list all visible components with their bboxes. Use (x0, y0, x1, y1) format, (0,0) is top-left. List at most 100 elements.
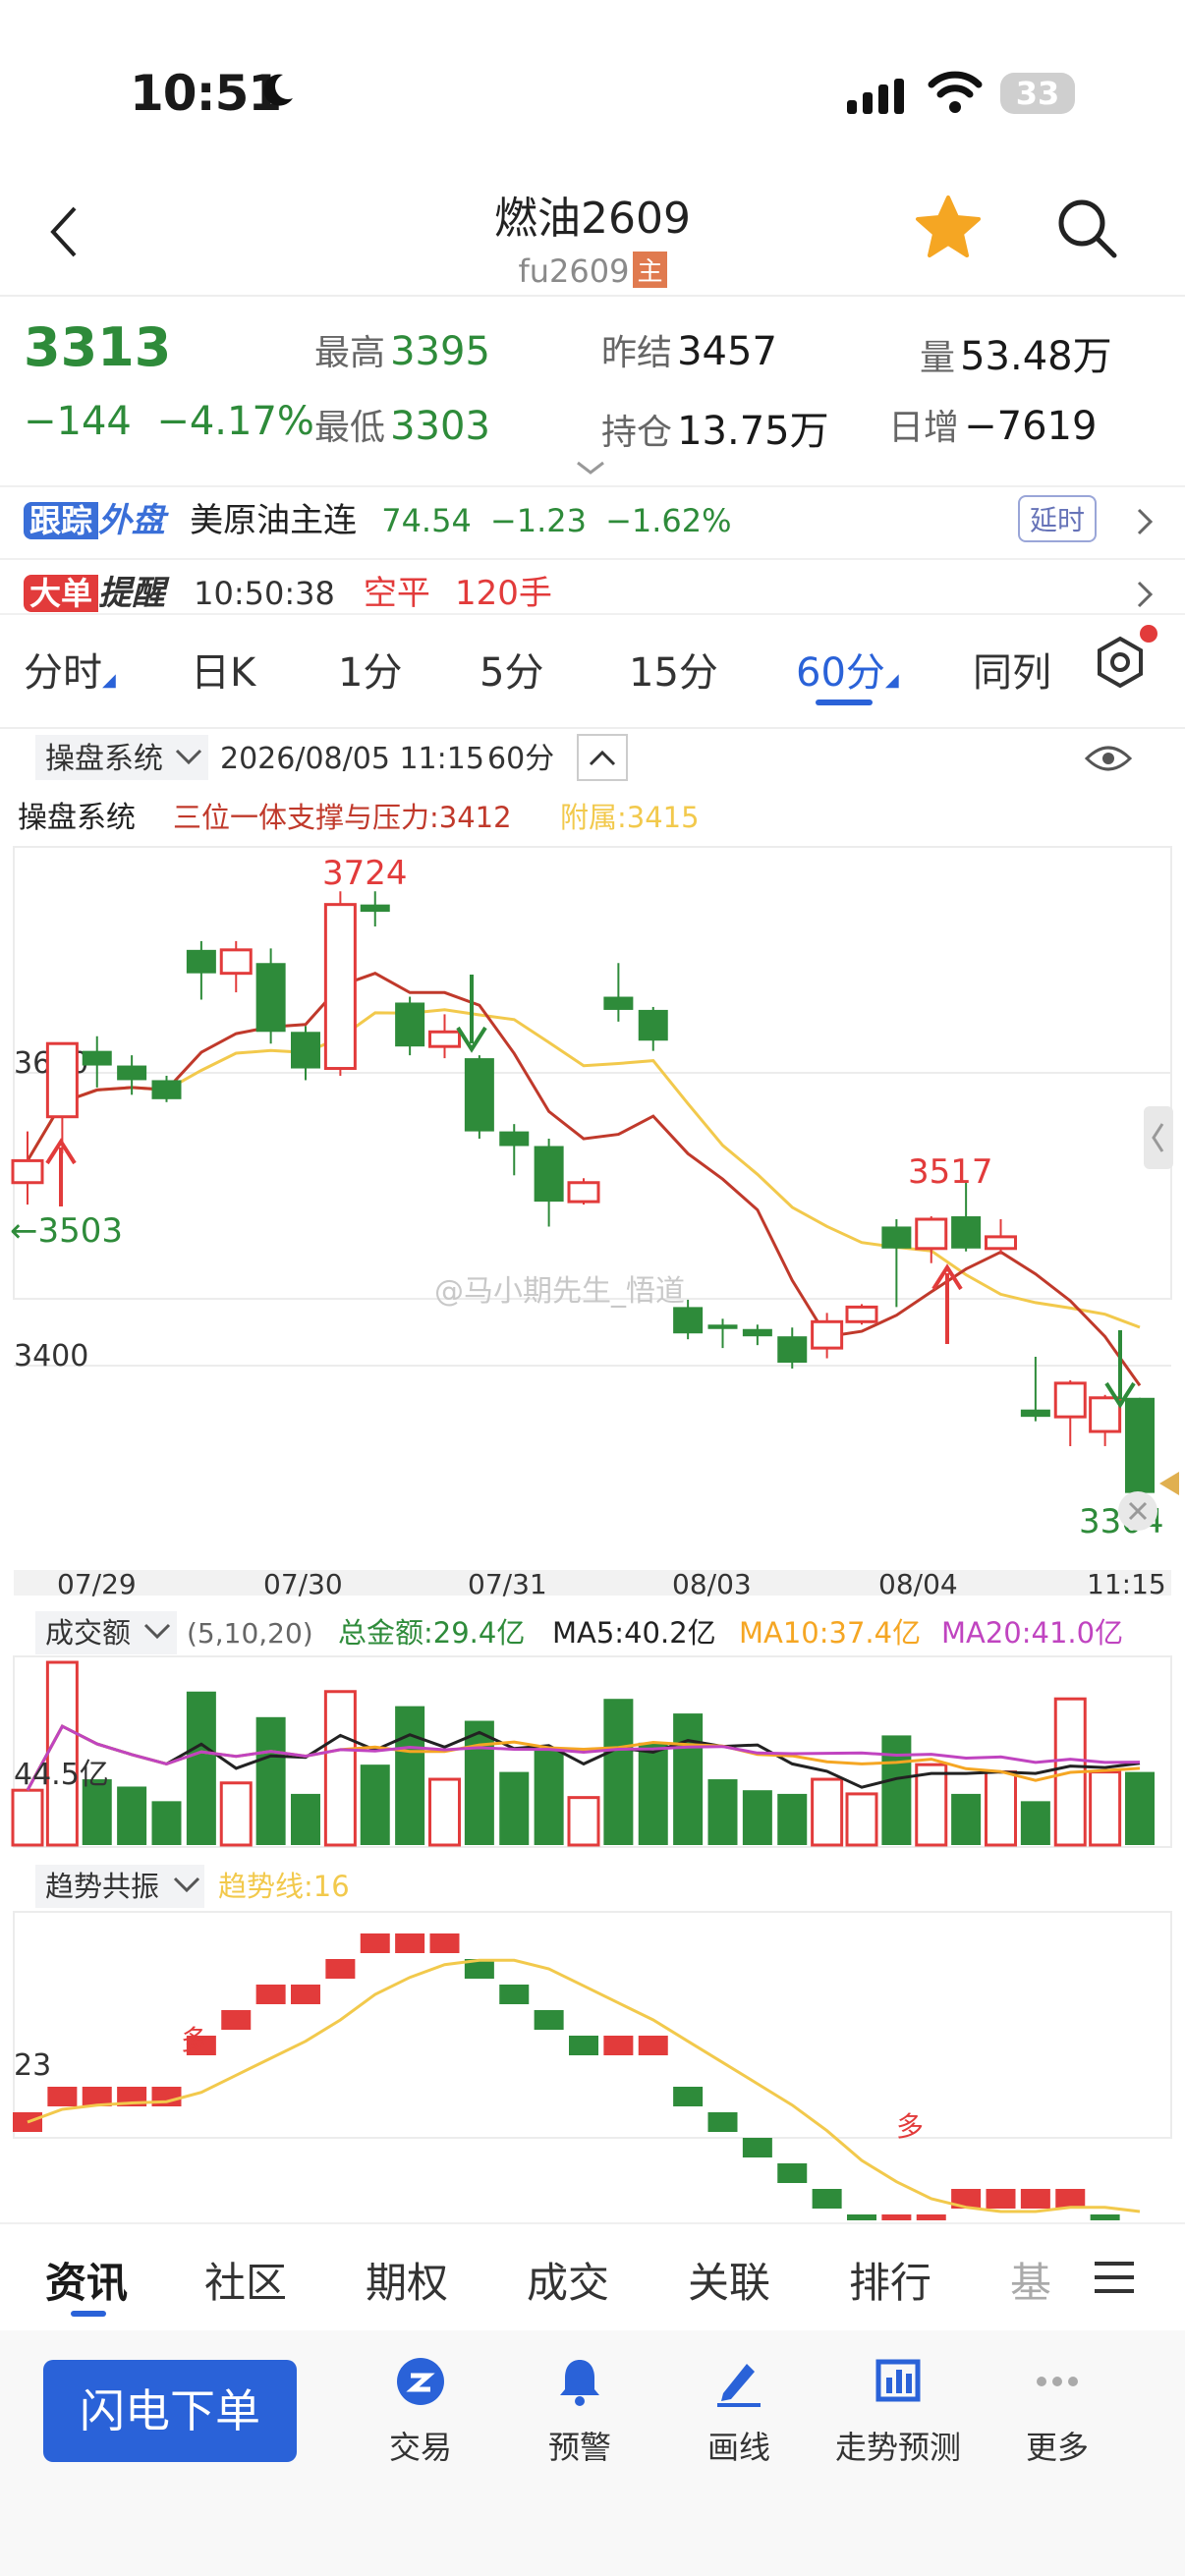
delay-badge: 延时 (1018, 495, 1098, 542)
tab-fundamentals[interactable]: 基 (1010, 2250, 1051, 2310)
volume-bar-down (951, 1793, 982, 1845)
last-price: 3313 (24, 316, 172, 378)
bottom-tabs-divider (0, 2222, 1185, 2224)
favorite-star-icon[interactable] (914, 195, 983, 259)
change-percent: −4.17% (156, 399, 314, 444)
nav-more[interactable]: 更多 (979, 2356, 1136, 2466)
volume-bar-up (1089, 1770, 1122, 1847)
nav-alert[interactable]: 预警 (501, 2356, 658, 2466)
trend-block-down (673, 2087, 704, 2106)
trend-block-down (742, 2138, 772, 2157)
low-stat: 最低 3303 (314, 399, 490, 450)
alert-badge: 大单 (24, 575, 99, 612)
main-contract-badge: 主 (633, 252, 667, 288)
candlestick-series (11, 891, 1155, 1507)
menu-icon[interactable] (1093, 2260, 1136, 2295)
x-tick: 08/03 (672, 1568, 752, 1600)
volume-bar-down (395, 1706, 425, 1845)
nav-draw[interactable]: 画线 (660, 2356, 818, 2466)
nav-draw-label: 画线 (706, 2429, 770, 2466)
trend-block-up (603, 2036, 634, 2055)
volume-bar-down (881, 1735, 912, 1845)
price-change: −144 −4.17% (24, 399, 314, 444)
tab-community[interactable]: 社区 (204, 2250, 287, 2310)
candle-body-down (742, 1328, 772, 1337)
trend-block-down (499, 1985, 530, 2004)
tab-timeshare[interactable]: 分时◢ (24, 641, 116, 698)
sell-arrow-icon (1104, 1330, 1136, 1409)
nav-forecast[interactable]: 走势预测 (819, 2356, 977, 2466)
eye-icon[interactable] (1084, 746, 1133, 771)
tracker-price: 74.54 (381, 502, 472, 539)
system-selector-label: 操盘系统 (45, 742, 163, 776)
candle-body-down (881, 1226, 912, 1249)
volume-bar-down (360, 1764, 390, 1845)
volume-bar-down (777, 1793, 808, 1845)
nav-trade[interactable]: 交易 (342, 2356, 499, 2466)
trend-block-down (812, 2189, 842, 2209)
big-order-alert-row[interactable]: 大单 提醒 10:50:38 空平 120手 (24, 570, 552, 617)
candle-body-down (707, 1324, 738, 1329)
volume-level-label: 44.5亿 (14, 1758, 109, 1792)
open-interest-stat: 持仓 13.75万 (601, 399, 829, 456)
trend-duo-label: 多 (181, 2024, 208, 2056)
volume-total: 总金额:29.4亿 (338, 1616, 525, 1650)
settings-hexagon-icon[interactable] (1093, 635, 1148, 690)
volume-selector-label: 成交额 (45, 1616, 131, 1650)
collapse-button[interactable] (577, 734, 628, 781)
expand-chevron-icon[interactable] (576, 460, 605, 476)
tab-peer-list[interactable]: 同列 (973, 641, 1051, 698)
draw-line-icon (717, 2364, 761, 2407)
open-interest-value: 13.75万 (677, 409, 829, 454)
signal-icon (847, 79, 904, 114)
volume-bar-up (567, 1796, 600, 1847)
tab-1min[interactable]: 1分 (338, 641, 402, 698)
tab-15min[interactable]: 15分 (629, 641, 718, 698)
tab-ranking[interactable]: 排行 (849, 2250, 931, 2310)
alert-divider (0, 613, 1185, 615)
tab-options[interactable]: 期权 (366, 2250, 448, 2310)
tracker-badge: 跟踪 (24, 502, 99, 539)
kline-chart[interactable]: 操盘系统 2026/08/05 11:15 60分 操盘系统 三位一体支撑与压力… (0, 727, 1185, 2220)
candle-body-down (186, 949, 216, 974)
candle-body-down (1020, 1409, 1050, 1418)
volume-bar-down (499, 1771, 530, 1845)
volume-bar-down (742, 1790, 772, 1845)
candle-body-down (534, 1146, 564, 1203)
tab-trades[interactable]: 成交 (527, 2250, 609, 2310)
tab-daily[interactable]: 日K (191, 641, 255, 698)
side-panel-handle[interactable] (1144, 1106, 1173, 1169)
volume-bar-down (255, 1716, 286, 1845)
tab-5min[interactable]: 5分 (480, 641, 543, 698)
foreign-tracker-row[interactable]: 跟踪 外盘 美原油主连 74.54 −1.23 −1.62% (24, 497, 732, 544)
header-divider (0, 295, 1185, 297)
search-icon[interactable] (1055, 196, 1118, 259)
x-axis-strip (14, 1570, 1171, 1596)
change-value: −144 (24, 399, 132, 444)
chevron-right-icon[interactable] (1136, 507, 1154, 536)
chevron-right-icon[interactable] (1136, 580, 1154, 609)
tab-news[interactable]: 资讯 (45, 2250, 128, 2310)
trend-line (27, 1958, 1141, 2213)
volume-bar-up (811, 1777, 844, 1847)
contract-code-text: fu2609 (518, 252, 630, 290)
tab-related[interactable]: 关联 (688, 2250, 770, 2310)
volume-bar-down (151, 1801, 182, 1845)
tab-label: 分时 (24, 650, 102, 696)
volume-bar-down (638, 1742, 668, 1845)
trend-block-down (534, 2010, 564, 2030)
volume-bar-down (1125, 1771, 1155, 1845)
volume-params: (5,10,20) (187, 1617, 313, 1650)
tab-60min[interactable]: 60分◢ (796, 641, 899, 698)
lightning-order-button[interactable]: 闪电下单 (43, 2360, 297, 2462)
volume-label: 量 (920, 338, 956, 378)
high-value: 3395 (390, 329, 490, 374)
annotation-3517: 3517 (908, 1152, 993, 1192)
prev-settle-stat: 昨结 3457 (601, 324, 777, 375)
candle-body-down (117, 1065, 147, 1081)
camera-icon[interactable] (1118, 1491, 1157, 1531)
chart-top-divider (0, 727, 1185, 729)
volume-value: 53.48万 (960, 334, 1112, 379)
moon-icon (263, 74, 293, 106)
volume-bar-down (291, 1793, 320, 1845)
